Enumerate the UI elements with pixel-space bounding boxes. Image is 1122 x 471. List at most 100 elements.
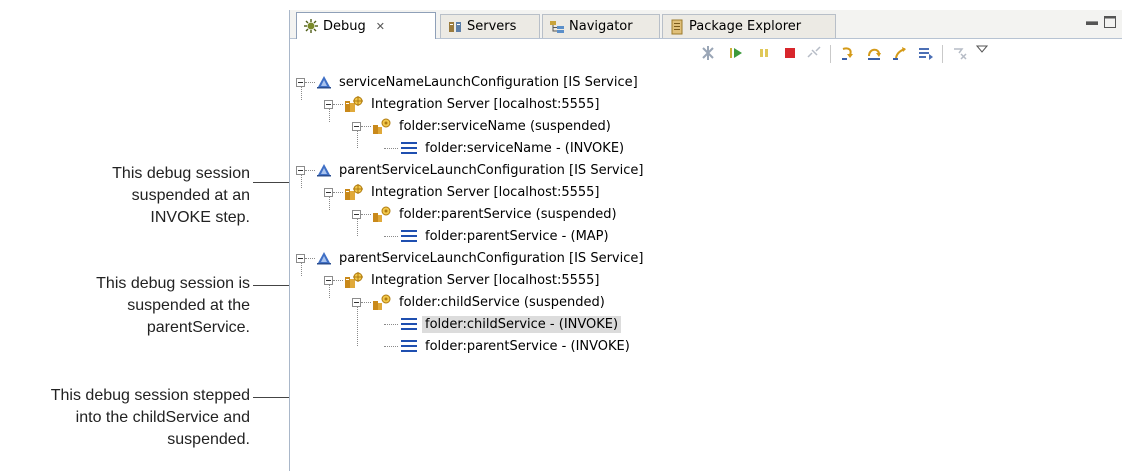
tree-item-label: folder:serviceName (suspended) xyxy=(399,118,611,134)
tree-connector xyxy=(384,236,398,237)
service-thread-icon xyxy=(372,117,392,135)
tab-package-explorer[interactable]: Package Explorer xyxy=(662,14,836,38)
step-over-icon[interactable] xyxy=(866,45,882,61)
tree-item-label: folder:parentService - (MAP) xyxy=(425,228,609,244)
tab-navigator[interactable]: Navigator xyxy=(542,14,660,38)
tree-item-label: Integration Server [localhost:5555] xyxy=(371,184,600,200)
servers-icon xyxy=(447,19,463,35)
tree-connector xyxy=(301,175,302,188)
disconnect-icon[interactable] xyxy=(806,45,822,61)
service-thread-icon xyxy=(372,205,392,223)
tree-item-label: folder:childService (suspended) xyxy=(399,294,605,310)
terminate-icon[interactable] xyxy=(782,45,798,61)
tree-connector xyxy=(361,302,371,303)
tree-connector xyxy=(301,87,302,100)
tree-item-server[interactable]: Integration Server [localhost:5555] xyxy=(344,93,603,115)
tree-item-server[interactable]: Integration Server [localhost:5555] xyxy=(344,181,603,203)
tree-connector xyxy=(357,131,358,148)
tab-debug[interactable]: Debug ✕ xyxy=(296,12,436,39)
tab-label: Package Explorer xyxy=(689,19,802,34)
tree-item-label: folder:parentService - (INVOKE) xyxy=(425,338,630,354)
tree-item-thread[interactable]: folder:parentService (suspended) xyxy=(372,203,620,225)
tree-item-frame[interactable]: folder:serviceName - (INVOKE) xyxy=(400,137,627,159)
tree-connector xyxy=(384,324,398,325)
collapse-toggle-icon[interactable] xyxy=(324,276,333,285)
tree-item-label: folder:childService - (INVOKE) xyxy=(422,315,622,333)
tab-label: Debug xyxy=(323,18,366,34)
collapse-toggle-icon[interactable] xyxy=(352,298,361,307)
collapse-toggle-icon[interactable] xyxy=(352,122,361,131)
debug-view: Debug ✕ Servers Navigator Package Explor… xyxy=(289,10,1122,471)
tree-item-launch[interactable]: serviceNameLaunchConfiguration [IS Servi… xyxy=(316,71,641,93)
tree-connector xyxy=(329,109,330,122)
tree-item-frame[interactable]: folder:childService - (INVOKE) xyxy=(400,313,622,335)
integration-server-icon xyxy=(344,183,364,201)
tree-connector xyxy=(305,82,315,83)
collapse-toggle-icon[interactable] xyxy=(352,210,361,219)
tab-label: Servers xyxy=(467,19,517,34)
tree-item-thread[interactable]: folder:serviceName (suspended) xyxy=(372,115,614,137)
tree-connector xyxy=(329,197,330,210)
maximize-icon[interactable] xyxy=(1104,16,1116,31)
callout-parent-service: This debug session is suspended at the p… xyxy=(96,275,250,336)
collapse-toggle-icon[interactable] xyxy=(324,188,333,197)
callout-child-service: This debug session stepped into the chil… xyxy=(50,387,250,448)
tree-item-launch[interactable]: parentServiceLaunchConfiguration [IS Ser… xyxy=(316,247,646,269)
step-return-icon[interactable] xyxy=(892,45,908,61)
tree-connector xyxy=(361,126,371,127)
debug-tree: serviceNameLaunchConfiguration [IS Servi… xyxy=(290,68,1122,471)
view-tab-strip: Debug ✕ Servers Navigator Package Explor… xyxy=(290,10,1122,39)
tree-connector xyxy=(305,258,315,259)
tree-connector xyxy=(357,307,358,346)
tree-connector xyxy=(329,285,330,298)
launch-config-icon xyxy=(316,162,332,178)
stack-frame-icon xyxy=(400,140,418,156)
debug-icon xyxy=(303,18,319,34)
tree-connector xyxy=(357,219,358,236)
tree-item-label: parentServiceLaunchConfiguration [IS Ser… xyxy=(339,250,644,266)
toolbar-separator xyxy=(830,45,831,63)
close-icon[interactable]: ✕ xyxy=(376,20,385,33)
package-explorer-icon xyxy=(669,19,685,35)
stack-frame-icon xyxy=(400,228,418,244)
tree-item-label: folder:parentService (suspended) xyxy=(399,206,617,222)
stack-frame-icon xyxy=(400,316,418,332)
collapse-toggle-icon[interactable] xyxy=(324,100,333,109)
stack-frame-icon xyxy=(400,338,418,354)
view-menu-icon[interactable] xyxy=(975,41,992,57)
tree-item-launch[interactable]: parentServiceLaunchConfiguration [IS Ser… xyxy=(316,159,646,181)
navigator-icon xyxy=(549,19,565,35)
tree-connector xyxy=(301,263,302,276)
collapse-toggle-icon[interactable] xyxy=(296,254,305,263)
tree-item-label: folder:serviceName - (INVOKE) xyxy=(425,140,625,156)
remove-terminated-icon[interactable] xyxy=(700,45,716,61)
callout-invoke-step: This debug session suspended at an INVOK… xyxy=(112,165,250,226)
service-thread-icon xyxy=(372,293,392,311)
suspend-icon[interactable] xyxy=(756,45,772,61)
launch-config-icon xyxy=(316,74,332,90)
drop-to-frame-icon[interactable] xyxy=(918,45,934,61)
tree-connector xyxy=(305,170,315,171)
tree-connector xyxy=(361,214,371,215)
use-step-filters-icon[interactable] xyxy=(952,45,968,61)
launch-config-icon xyxy=(316,250,332,266)
step-into-icon[interactable] xyxy=(840,45,856,61)
tree-item-label: serviceNameLaunchConfiguration [IS Servi… xyxy=(339,74,638,90)
tree-connector xyxy=(333,192,343,193)
tree-item-label: parentServiceLaunchConfiguration [IS Ser… xyxy=(339,162,644,178)
tree-connector xyxy=(333,280,343,281)
tree-item-server[interactable]: Integration Server [localhost:5555] xyxy=(344,269,603,291)
integration-server-icon xyxy=(344,271,364,289)
tree-item-frame[interactable]: folder:parentService - (INVOKE) xyxy=(400,335,633,357)
tree-item-label: Integration Server [localhost:5555] xyxy=(371,96,600,112)
collapse-toggle-icon[interactable] xyxy=(296,166,305,175)
debug-toolbar xyxy=(290,39,1122,67)
collapse-toggle-icon[interactable] xyxy=(296,78,305,87)
minimize-icon[interactable]: ▬ xyxy=(1086,14,1098,28)
integration-server-icon xyxy=(344,95,364,113)
tree-item-thread[interactable]: folder:childService (suspended) xyxy=(372,291,608,313)
tree-connector xyxy=(333,104,343,105)
resume-icon[interactable] xyxy=(728,45,744,61)
tab-servers[interactable]: Servers xyxy=(440,14,540,38)
tree-item-frame[interactable]: folder:parentService - (MAP) xyxy=(400,225,612,247)
